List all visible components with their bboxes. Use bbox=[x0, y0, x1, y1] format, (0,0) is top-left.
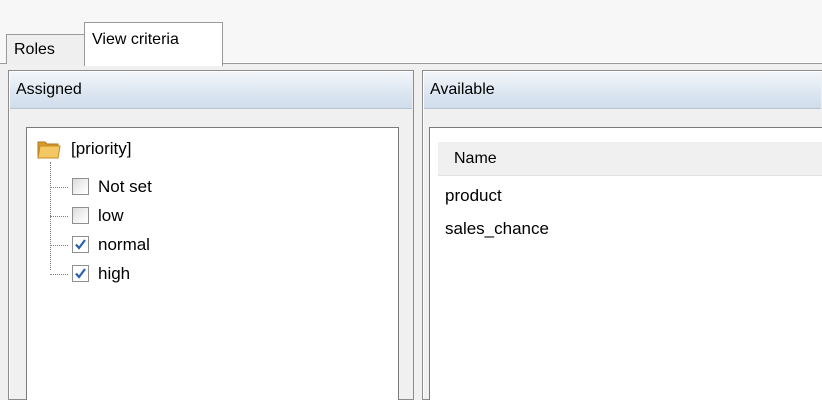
list-item-product[interactable]: product bbox=[445, 183, 502, 209]
tree-item-normal[interactable]: normal bbox=[50, 231, 250, 259]
folder-icon bbox=[37, 138, 61, 160]
column-header-name[interactable]: Name bbox=[438, 142, 822, 176]
assigned-header: Assigned bbox=[10, 72, 412, 109]
checkbox-high[interactable] bbox=[72, 265, 89, 282]
assigned-tree[interactable]: [priority] Not set low normal high bbox=[26, 127, 399, 400]
available-header: Available bbox=[424, 72, 821, 109]
tree-item-label: normal bbox=[98, 235, 150, 254]
tab-roles[interactable]: Roles bbox=[6, 34, 85, 64]
checkmark-icon bbox=[75, 268, 86, 279]
tree-item-high[interactable]: high bbox=[50, 260, 250, 288]
tree-item-low[interactable]: low bbox=[50, 202, 250, 230]
checkbox-low[interactable] bbox=[72, 207, 89, 224]
available-pane: Available Name product sales_chance bbox=[422, 70, 822, 400]
available-list[interactable]: Name product sales_chance bbox=[429, 127, 822, 400]
tree-item-label: high bbox=[98, 264, 131, 283]
tab-view-criteria[interactable]: View criteria bbox=[84, 22, 223, 66]
assigned-pane: Assigned [priority] Not set low normal h… bbox=[8, 70, 414, 400]
list-item-sales-chance[interactable]: sales_chance bbox=[445, 216, 549, 242]
tree-item-label: Not set bbox=[98, 177, 152, 196]
tree-item-not-set[interactable]: Not set bbox=[50, 173, 250, 201]
tree-item-label: low bbox=[98, 206, 124, 225]
checkbox-not-set[interactable] bbox=[72, 178, 89, 195]
checkbox-normal[interactable] bbox=[72, 236, 89, 253]
tree-root-label: [priority] bbox=[71, 139, 132, 158]
checkmark-icon bbox=[75, 239, 86, 250]
